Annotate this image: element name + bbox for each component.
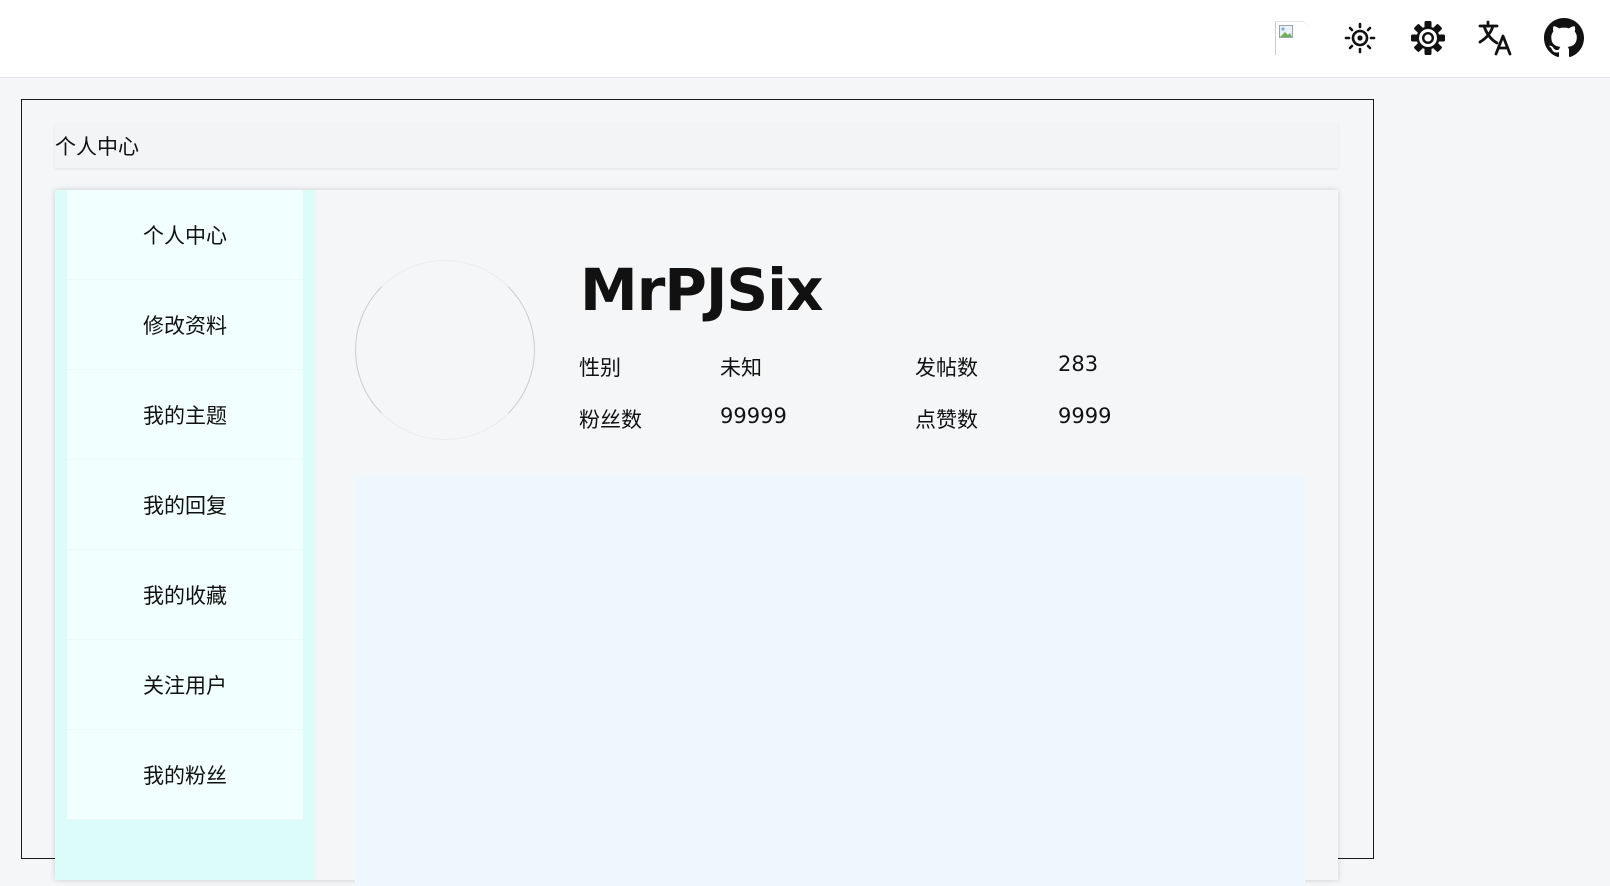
sidebar-item-my-replies[interactable]: 我的回复 bbox=[67, 460, 303, 550]
profile-panel: 个人中心 修改资料 我的主题 我的回复 我的收藏 关注用户 我的粉丝 MrPJS… bbox=[55, 190, 1338, 886]
gender-value: 未知 bbox=[720, 356, 762, 380]
sidebar-menu: 个人中心 修改资料 我的主题 我的回复 我的收藏 关注用户 我的粉丝 bbox=[55, 190, 315, 880]
settings-button[interactable] bbox=[1404, 14, 1452, 62]
sidebar-item-following[interactable]: 关注用户 bbox=[67, 640, 303, 730]
sidebar-item-my-fans[interactable]: 我的粉丝 bbox=[67, 730, 303, 820]
top-icons-group bbox=[1248, 14, 1588, 62]
github-link[interactable] bbox=[1540, 14, 1588, 62]
fans-label: 粉丝数 bbox=[579, 408, 642, 432]
gender-label: 性别 bbox=[579, 356, 621, 380]
likes-value: 9999 bbox=[1058, 404, 1112, 428]
fans-value: 99999 bbox=[720, 404, 787, 428]
github-icon bbox=[1544, 18, 1584, 58]
top-navbar bbox=[0, 0, 1610, 78]
page-title: 个人中心 bbox=[55, 124, 1338, 168]
sidebar-item-profile[interactable]: 个人中心 bbox=[67, 190, 303, 280]
posts-label: 发帖数 bbox=[915, 356, 978, 380]
username: MrPJSix bbox=[580, 256, 823, 324]
page-frame: 个人中心 个人中心 修改资料 我的主题 我的回复 我的收藏 关注用户 我的粉丝 … bbox=[21, 99, 1374, 886]
sidebar-item-my-topics[interactable]: 我的主题 bbox=[67, 370, 303, 460]
brightness-toggle-button[interactable] bbox=[1336, 14, 1384, 62]
language-button[interactable] bbox=[1472, 14, 1520, 62]
likes-label: 点赞数 bbox=[915, 408, 978, 432]
brightness-icon bbox=[1344, 22, 1376, 54]
broken-avatar-icon bbox=[1275, 21, 1309, 55]
translate-icon bbox=[1478, 20, 1512, 56]
profile-avatar[interactable] bbox=[355, 260, 535, 440]
gear-icon bbox=[1411, 21, 1445, 55]
profile-content-area bbox=[355, 476, 1305, 886]
user-avatar-button[interactable] bbox=[1268, 14, 1316, 62]
sidebar-item-edit-info[interactable]: 修改资料 bbox=[67, 280, 303, 370]
posts-value: 283 bbox=[1058, 352, 1099, 376]
profile-main: MrPJSix 性别 未知 发帖数 283 粉丝数 99999 点赞数 9999 bbox=[315, 190, 1338, 886]
sidebar-item-my-favorites[interactable]: 我的收藏 bbox=[67, 550, 303, 640]
